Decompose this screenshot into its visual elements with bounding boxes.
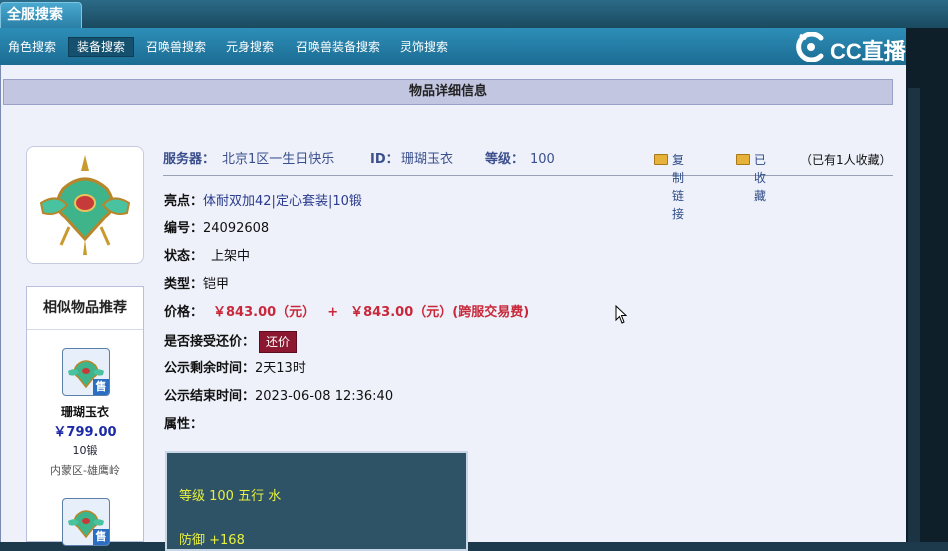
armor-icon	[39, 155, 131, 255]
nav-item-ornament-search[interactable]: 灵饰搜索	[392, 38, 456, 56]
nav-item-pet-equipment-search[interactable]: 召唤兽装备搜索	[288, 38, 388, 56]
sell-badge: 售	[93, 529, 109, 545]
level-value: 100	[530, 152, 555, 167]
favorite-button[interactable]: 已收藏	[736, 151, 766, 203]
highlights-label: 亮点：	[164, 194, 204, 209]
highlights-row: 亮点：体耐双加42|定心套装|10锻	[164, 193, 362, 211]
status-value: 上架中	[211, 249, 251, 264]
attributes-row: 属性：	[164, 416, 203, 434]
logo-text: CC直播	[830, 39, 906, 64]
number-label: 编号：	[164, 221, 204, 236]
similar-item-price: ￥799.00	[53, 425, 117, 440]
attributes-box: 等级 100 五行 水 防御 +168	[165, 451, 468, 551]
nav-item-avatar-search[interactable]: 元身搜索	[218, 38, 282, 56]
sell-badge: 售	[93, 379, 109, 395]
price-value: ￥843.00（元）	[213, 305, 316, 320]
panel-title: 物品详细信息	[3, 79, 893, 105]
end-time-label: 公示结束时间：	[164, 389, 256, 404]
similar-items-box: 相似物品推荐 售 珊瑚玉衣 ￥799.00 10锻 内蒙区-雄鹰岭 售	[26, 286, 144, 546]
counter-offer-button[interactable]: 还价	[259, 331, 298, 353]
right-side-strip	[906, 28, 948, 542]
end-time-value: 2023-06-08 12:36:40	[255, 389, 394, 404]
top-bar: 全服搜索	[0, 0, 948, 28]
favorite-count: （已有1人收藏）	[800, 153, 892, 167]
similar-items-title: 相似物品推荐	[27, 287, 143, 330]
mouse-cursor-icon	[615, 305, 628, 324]
similar-item-thumbnail[interactable]: 售	[62, 348, 110, 396]
cc-live-logo: CC直播	[794, 30, 924, 64]
type-label: 类型：	[164, 277, 204, 292]
similar-item-thumbnail[interactable]: 售	[62, 498, 110, 546]
remaining-time-row: 公示剩余时间：2天13时	[164, 360, 306, 378]
favorite-icon	[736, 154, 750, 165]
similar-item-name[interactable]: 珊瑚玉衣	[27, 403, 143, 420]
nav-item-character-search[interactable]: 角色搜索	[0, 38, 64, 56]
cc-logo-icon	[796, 32, 824, 62]
price-plus: +	[327, 305, 339, 320]
copy-link-icon	[654, 154, 668, 165]
counter-offer-label: 是否接受还价：	[164, 334, 256, 350]
type-row: 类型：铠甲	[164, 276, 229, 294]
attributes-label: 属性：	[164, 417, 204, 432]
highlights-value: 体耐双加42|定心套装|10锻	[203, 194, 362, 209]
tab-global-search[interactable]: 全服搜索	[0, 2, 82, 28]
item-image	[26, 146, 144, 264]
number-value: 24092608	[203, 221, 270, 236]
attribute-line: 防御 +168	[179, 533, 245, 548]
remaining-time-label: 公示剩余时间：	[164, 361, 256, 376]
price-row: 价格： ￥843.00（元） + ￥843.00（元）(跨服交易费)	[164, 304, 529, 322]
server-value: 北京1区一生日快乐	[222, 152, 335, 167]
status-label: 状态：	[164, 249, 204, 264]
item-header-line: 服务器： 北京1区一生日快乐 ID： 珊瑚玉衣 等级： 100 复制链接 已收藏…	[163, 151, 893, 221]
id-label: ID：	[370, 152, 399, 167]
favorite-label: 已收藏	[754, 153, 767, 203]
server-label: 服务器：	[163, 152, 216, 167]
nav-item-equipment-search[interactable]: 装备搜索	[68, 37, 135, 57]
price-label: 价格：	[164, 305, 204, 320]
remaining-time-value: 2天13时	[255, 361, 306, 376]
price-fee: ￥843.00（元）(跨服交易费)	[350, 305, 530, 320]
search-nav-bar: 角色搜索 装备搜索 召唤兽搜索 元身搜索 召唤兽装备搜索 灵饰搜索	[0, 28, 906, 65]
level-label: 等级：	[485, 152, 525, 167]
number-row: 编号：24092608	[164, 220, 269, 238]
status-row: 状态： 上架中	[164, 248, 250, 266]
copy-link-button[interactable]: 复制链接	[654, 151, 684, 221]
counter-offer-row: 是否接受还价： 还价	[164, 331, 298, 353]
end-time-row: 公示结束时间：2023-06-08 12:36:40	[164, 388, 393, 406]
similar-item-server: 内蒙区-雄鹰岭	[50, 464, 120, 477]
similar-item-forge: 10锻	[72, 444, 98, 457]
type-value: 铠甲	[203, 277, 230, 292]
attribute-line: 等级 100 五行 水	[179, 489, 282, 504]
item-detail-panel: 物品详细信息 相似物品推荐 售 珊瑚玉衣 ￥799.00 10锻 内蒙区-雄鹰岭…	[0, 65, 906, 551]
copy-link-label: 复制链接	[672, 153, 685, 221]
id-value: 珊瑚玉衣	[401, 152, 454, 167]
nav-item-pet-search[interactable]: 召唤兽搜索	[138, 38, 214, 56]
